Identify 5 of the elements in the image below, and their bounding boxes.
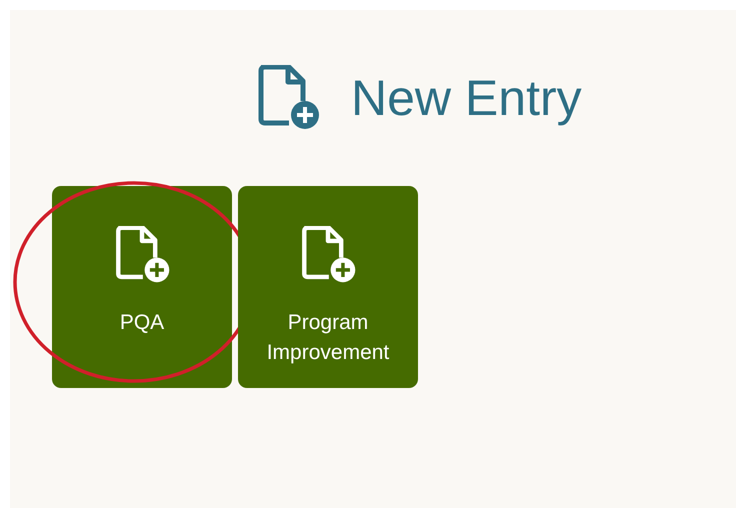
- entry-tile[interactable]: Program Improvement: [238, 186, 418, 388]
- new-document-icon: [113, 226, 171, 284]
- page-title: New Entry: [351, 69, 582, 127]
- entry-tile[interactable]: PQA: [52, 186, 232, 388]
- new-document-icon: [299, 226, 357, 284]
